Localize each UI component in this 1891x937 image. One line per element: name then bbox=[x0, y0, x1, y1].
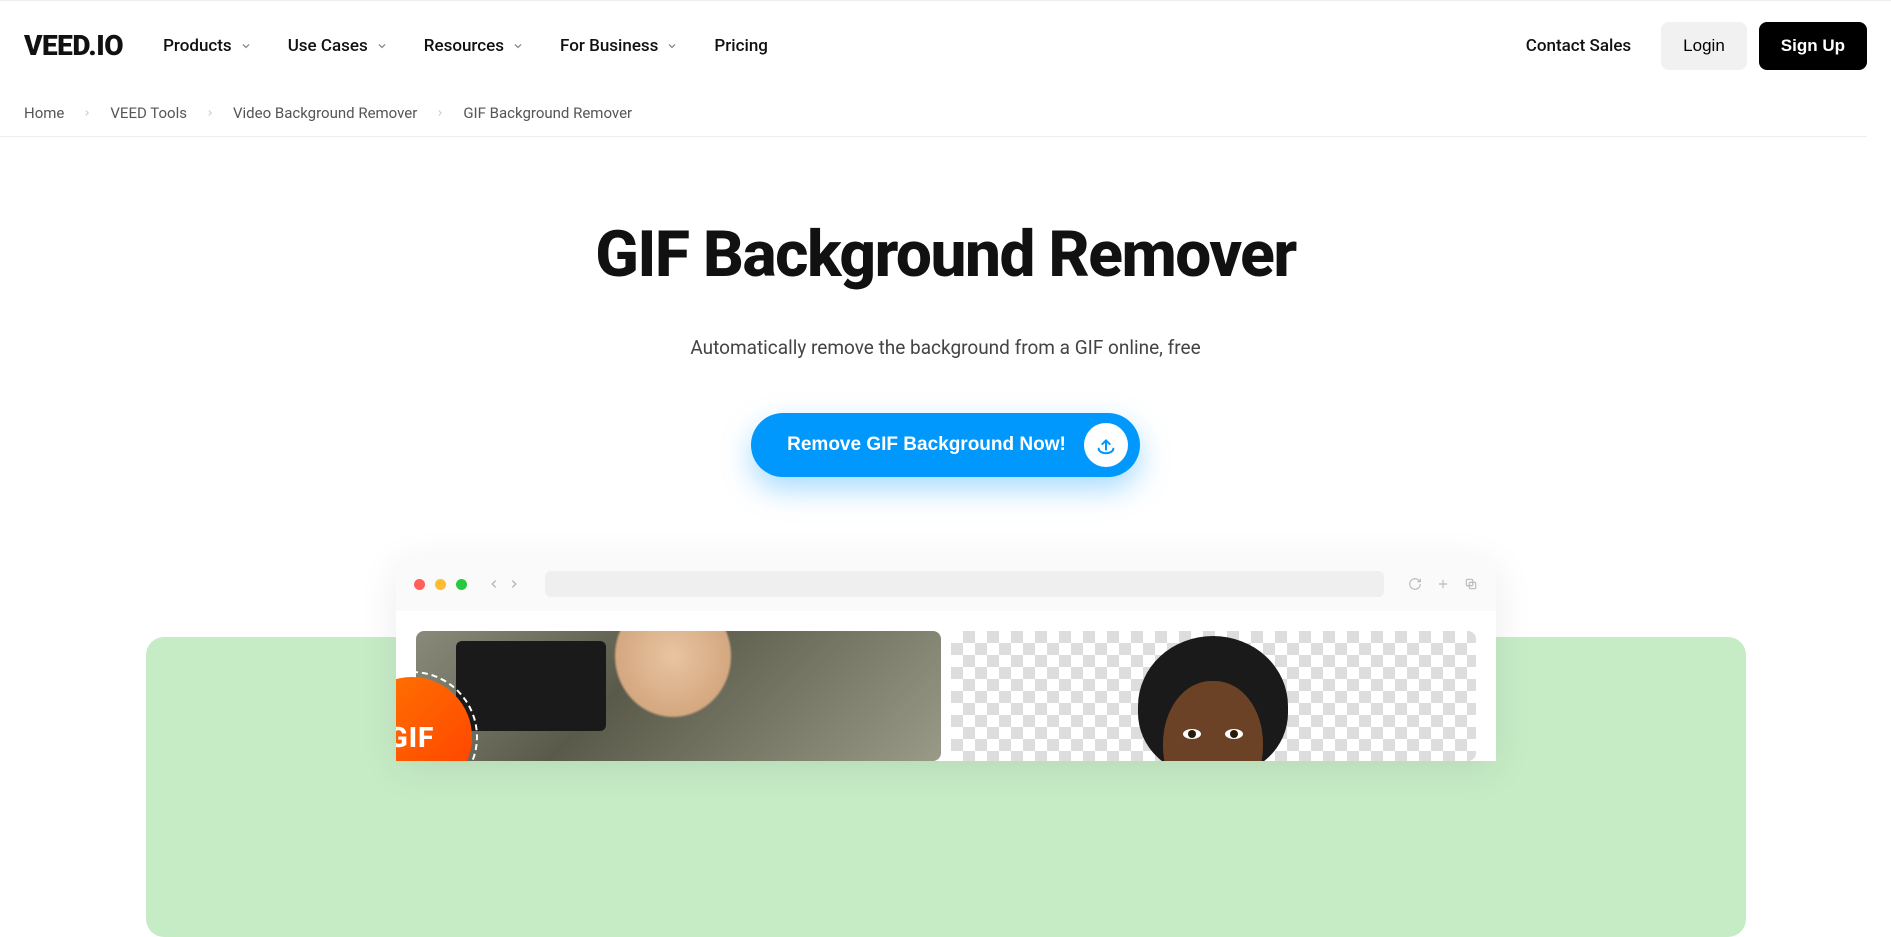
nav-pricing[interactable]: Pricing bbox=[714, 36, 768, 56]
login-button[interactable]: Login bbox=[1661, 22, 1747, 70]
window-minimize-icon bbox=[435, 579, 446, 590]
browser-mockup: GIF bbox=[396, 557, 1496, 761]
primary-nav: Products Use Cases Resources For Busines… bbox=[163, 36, 768, 56]
nav-products-label: Products bbox=[163, 36, 232, 56]
chevron-right-icon bbox=[507, 577, 521, 591]
chevron-down-icon bbox=[512, 40, 524, 52]
breadcrumb-current: GIF Background Remover bbox=[463, 104, 632, 122]
chevron-down-icon bbox=[666, 40, 678, 52]
contact-sales-link[interactable]: Contact Sales bbox=[1508, 24, 1649, 68]
chevron-right-icon bbox=[435, 108, 445, 118]
header-right: Contact Sales Login Sign Up bbox=[1508, 22, 1867, 70]
nav-use-cases[interactable]: Use Cases bbox=[288, 36, 388, 56]
chevron-right-icon bbox=[82, 108, 92, 118]
nav-use-cases-label: Use Cases bbox=[288, 36, 368, 56]
cta-label: Remove GIF Background Now! bbox=[787, 434, 1066, 456]
breadcrumb-home[interactable]: Home bbox=[24, 104, 64, 122]
hero-section: GIF Background Remover Automatically rem… bbox=[0, 137, 1891, 761]
browser-chrome bbox=[396, 557, 1496, 611]
plus-icon bbox=[1436, 577, 1450, 591]
browser-chrome-icons bbox=[1408, 577, 1478, 591]
main-header: VEED.IO Products Use Cases Resources For… bbox=[0, 0, 1891, 90]
person-cutout bbox=[1128, 636, 1298, 761]
browser-urlbar bbox=[545, 571, 1384, 597]
nav-resources[interactable]: Resources bbox=[424, 36, 524, 56]
page-title: GIF Background Remover bbox=[24, 217, 1867, 292]
preview-original-image bbox=[416, 631, 941, 761]
nav-pricing-label: Pricing bbox=[714, 36, 768, 56]
preview-removed-bg-image bbox=[951, 631, 1476, 761]
upload-icon bbox=[1084, 423, 1128, 467]
cta-button[interactable]: Remove GIF Background Now! bbox=[751, 413, 1140, 477]
signup-button[interactable]: Sign Up bbox=[1759, 22, 1867, 70]
eye-icon bbox=[1225, 729, 1243, 739]
window-close-icon bbox=[414, 579, 425, 590]
nav-resources-label: Resources bbox=[424, 36, 504, 56]
breadcrumb: Home VEED Tools Video Background Remover… bbox=[0, 90, 1867, 137]
copy-icon bbox=[1464, 577, 1478, 591]
browser-nav-arrows bbox=[487, 577, 521, 591]
refresh-icon bbox=[1408, 577, 1422, 591]
page-subtitle: Automatically remove the background from… bbox=[24, 336, 1867, 359]
chevron-down-icon bbox=[240, 40, 252, 52]
chevron-left-icon bbox=[487, 577, 501, 591]
nav-products[interactable]: Products bbox=[163, 36, 252, 56]
logo[interactable]: VEED.IO bbox=[24, 29, 123, 62]
person-shape bbox=[573, 631, 773, 761]
eye-icon bbox=[1183, 729, 1201, 739]
chevron-down-icon bbox=[376, 40, 388, 52]
chevron-right-icon bbox=[205, 108, 215, 118]
breadcrumb-video-bg-remover[interactable]: Video Background Remover bbox=[233, 104, 417, 122]
nav-for-business[interactable]: For Business bbox=[560, 36, 678, 56]
browser-body: GIF bbox=[396, 611, 1496, 761]
nav-for-business-label: For Business bbox=[560, 36, 658, 56]
window-maximize-icon bbox=[456, 579, 467, 590]
breadcrumb-veed-tools[interactable]: VEED Tools bbox=[110, 104, 187, 122]
preview-area: GIF bbox=[396, 557, 1496, 761]
gif-badge-label: GIF bbox=[396, 721, 435, 754]
